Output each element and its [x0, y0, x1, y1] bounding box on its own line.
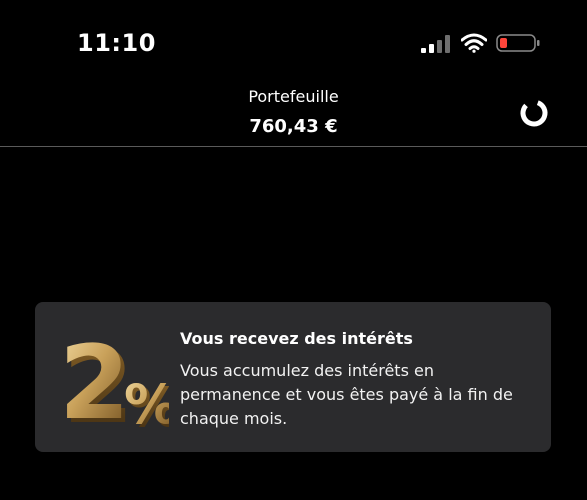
two-percent-graphic: 2 2 % %	[59, 326, 169, 434]
graphic-two: 2	[59, 326, 130, 434]
page-title: Portefeuille	[248, 87, 339, 106]
card-title: Vous recevez des intérêts	[180, 329, 413, 348]
circular-progress-icon[interactable]	[518, 97, 550, 129]
wifi-icon	[461, 33, 487, 53]
status-bar: 11:10	[0, 0, 587, 88]
card-description: Vous accumulez des intérêts en permanenc…	[180, 361, 513, 428]
status-time: 11:10	[77, 29, 156, 57]
interest-info-card[interactable]: 2 2 % % Vous recevez des intérêts Vous a…	[35, 302, 551, 452]
battery-low-icon	[496, 34, 540, 52]
graphic-percent: %	[124, 373, 169, 434]
header-divider	[0, 146, 587, 147]
wallet-balance: 760,43 €	[249, 116, 338, 137]
wallet-header: Portefeuille 760,43 €	[0, 82, 587, 146]
cellular-signal-icon	[421, 35, 450, 53]
